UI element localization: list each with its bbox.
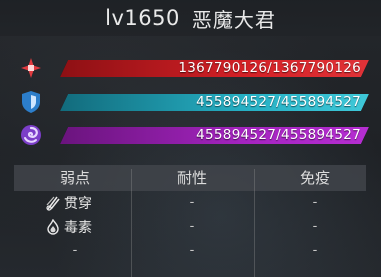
resistance-value: - <box>189 243 195 258</box>
shield-row: 455894527/455894527 <box>0 89 381 115</box>
health-value: 1367790126/1367790126 <box>178 60 361 76</box>
barrier-row: 455894527/455894527 <box>0 122 381 148</box>
weakness-label: 贯穿 <box>64 196 92 212</box>
enemy-level: lv1650 <box>105 6 180 30</box>
resistance-header: 弱点 耐性 免疫 <box>14 165 366 191</box>
immunity-value: - <box>312 219 318 234</box>
immunity-value: - <box>312 243 318 258</box>
immunity-value: - <box>312 195 318 210</box>
shield-icon <box>18 89 44 115</box>
column-divider <box>254 169 255 277</box>
resistance-value: - <box>189 219 195 234</box>
column-divider <box>131 169 132 277</box>
enemy-name: 恶魔大君 <box>191 7 276 32</box>
shield-value: 455894527/455894527 <box>196 94 361 110</box>
health-row: 1367790126/1367790126 <box>0 55 381 81</box>
header-resistance: 耐性 <box>176 169 207 187</box>
poison-flame-icon <box>45 219 61 235</box>
weakness-label: 毒素 <box>64 220 92 236</box>
shield-bar: 455894527/455894527 <box>60 94 369 111</box>
resistance-table: 弱点 耐性 免疫 贯穿 毒素 - - - - - - - <box>14 165 366 277</box>
spiral-barrier-icon <box>18 122 44 148</box>
health-cross-icon <box>18 55 44 81</box>
weakness-item: 毒素 <box>45 217 92 237</box>
resistance-value: - <box>189 195 195 210</box>
enemy-title-bar: lv1650 恶魔大君 <box>0 0 381 36</box>
health-bar: 1367790126/1367790126 <box>60 60 369 77</box>
header-immunity: 免疫 <box>299 169 330 187</box>
weakness-item: 贯穿 <box>45 193 92 213</box>
header-weakness: 弱点 <box>59 169 90 187</box>
weakness-empty: - <box>72 243 78 258</box>
enemy-info-panel: lv1650 恶魔大君 1367790126/1367790126 455894… <box>0 0 381 277</box>
pierce-claw-icon <box>45 195 61 211</box>
barrier-bar: 455894527/455894527 <box>60 127 369 144</box>
barrier-value: 455894527/455894527 <box>196 127 361 143</box>
